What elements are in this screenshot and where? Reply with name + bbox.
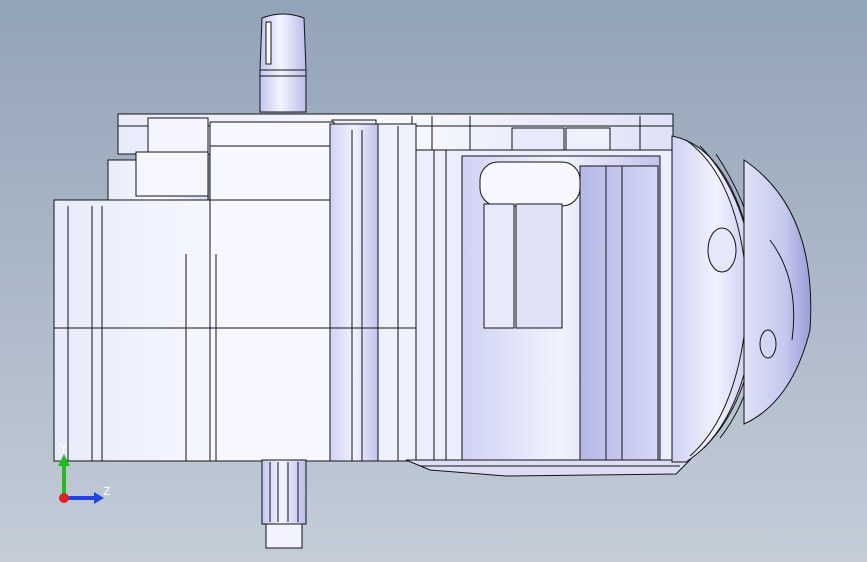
- lower-shroud[interactable]: [405, 459, 692, 477]
- triad-graphic: [58, 454, 104, 504]
- coordinate-triad: Y Z: [40, 438, 120, 518]
- bottom-shaft[interactable]: [261, 459, 307, 549]
- graphics-viewport[interactable]: Y Z: [0, 0, 867, 562]
- top-post[interactable]: [259, 13, 307, 113]
- triad-y-label: Y: [60, 442, 67, 455]
- triad-z-label: Z: [103, 485, 111, 498]
- end-dome[interactable]: [743, 159, 812, 425]
- right-housing[interactable]: [415, 149, 681, 463]
- cad-part-model[interactable]: [0, 0, 867, 562]
